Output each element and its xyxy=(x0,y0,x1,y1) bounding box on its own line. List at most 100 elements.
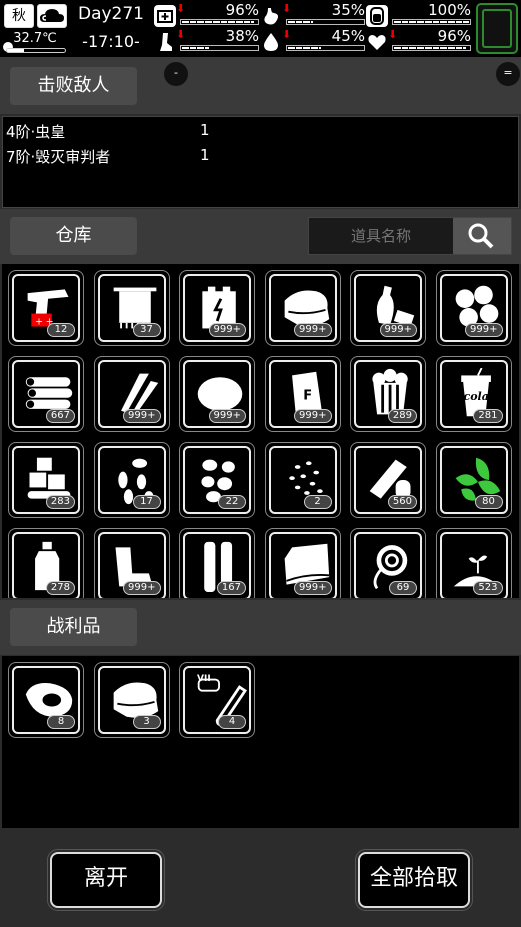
slot-frame: 999+ xyxy=(439,274,508,342)
heart-icon xyxy=(366,31,388,53)
slot-frame: 37 xyxy=(97,274,166,342)
stat-hunger[interactable]: ⬇ 35% xyxy=(260,1,365,27)
inventory-slot[interactable]: 560 xyxy=(350,442,426,518)
loot-grid: 8 3 VII 4 xyxy=(2,656,519,828)
menu-button[interactable]: = xyxy=(496,62,520,86)
inventory-slot[interactable]: 999+ xyxy=(93,356,170,432)
down-arrow-icon: ⬇ xyxy=(282,2,292,15)
item-count: 999+ xyxy=(208,409,246,423)
inventory-slot[interactable]: 999+ xyxy=(179,270,255,346)
defeated-header: 击败敌人 - = xyxy=(0,57,521,114)
inventory-slot[interactable]: 283 xyxy=(8,442,84,518)
inventory-slot[interactable]: cola 281 xyxy=(435,356,512,432)
stat-bar xyxy=(392,19,471,25)
inventory-slot[interactable]: 999+ xyxy=(350,270,426,346)
slot-frame: + +12 xyxy=(12,274,80,342)
inventory-slot[interactable]: VII 4 xyxy=(179,662,255,738)
stat-value: 45% xyxy=(331,27,365,45)
stat-stamina[interactable]: 100% xyxy=(366,1,471,27)
item-count: 999+ xyxy=(294,581,332,595)
stat-value: 96% xyxy=(437,27,471,45)
slot-frame: 999+ xyxy=(354,274,422,342)
list-item: 4阶·虫皇 1 xyxy=(6,121,210,142)
inventory-slot[interactable]: 17 xyxy=(93,442,170,518)
loot-title: 战利品 xyxy=(10,608,137,646)
slot-frame: 2 xyxy=(268,446,337,514)
item-count: 560 xyxy=(387,495,417,509)
enemy-name: 7阶·毁灭审判者 xyxy=(6,148,111,166)
pick-all-button[interactable]: 全部拾取 xyxy=(355,849,473,911)
icon-label: cola xyxy=(463,390,489,403)
inventory-slot[interactable]: F 999+ xyxy=(264,356,341,432)
search-icon xyxy=(468,223,494,249)
item-count: 3 xyxy=(132,715,161,729)
slot-frame: 999+ xyxy=(268,274,337,342)
status-bar: 秋 32.7℃ Day271 -17:10- ⬇ 96% ⬇ 35% 100% … xyxy=(0,0,521,57)
item-count: 999+ xyxy=(123,409,161,423)
stat-health[interactable]: ⬇ 96% xyxy=(154,1,259,27)
stat-leg[interactable]: ⬇ 38% xyxy=(154,27,259,53)
loot-header: 战利品 xyxy=(0,600,521,655)
enemy-name: 4阶·虫皇 xyxy=(6,123,66,141)
stat-bar xyxy=(286,45,365,51)
inventory-slot[interactable]: 999+ xyxy=(264,270,341,346)
slot-frame: 523 xyxy=(439,532,508,598)
clock: -17:10- xyxy=(82,32,140,51)
inventory-slot[interactable]: 3 xyxy=(93,662,170,738)
slot-frame: 999+ xyxy=(97,532,166,598)
item-count: 999+ xyxy=(123,581,161,595)
minimize-button[interactable]: - xyxy=(164,62,188,86)
defeated-list: 4阶·虫皇 1 7阶·毁灭审判者 1 xyxy=(2,116,519,208)
item-count: 999+ xyxy=(379,323,417,337)
item-count: 523 xyxy=(473,581,503,595)
inventory-slot[interactable]: 2 xyxy=(264,442,341,518)
slot-frame: 999+ xyxy=(268,532,337,598)
leave-button[interactable]: 离开 xyxy=(47,849,165,911)
stat-value: 100% xyxy=(428,1,471,19)
stat-thirst[interactable]: ⬇ 45% xyxy=(260,27,365,53)
item-count: 278 xyxy=(45,581,75,595)
inventory-slot[interactable]: 289 xyxy=(350,356,426,432)
defeated-title: 击败敌人 xyxy=(10,67,137,105)
inventory-slot[interactable]: 278 xyxy=(8,528,84,598)
slot-frame: 80 xyxy=(439,446,508,514)
item-search xyxy=(308,217,512,255)
season-badge: 秋 xyxy=(4,4,34,28)
down-arrow-icon: ⬇ xyxy=(176,28,186,41)
inventory-slot[interactable]: 69 xyxy=(350,528,426,598)
inventory-slot[interactable]: 523 xyxy=(435,528,512,598)
item-count: 37 xyxy=(132,323,161,337)
slot-frame: cola 281 xyxy=(439,360,508,428)
item-count: 999+ xyxy=(294,409,332,423)
search-input[interactable] xyxy=(309,218,453,254)
search-button[interactable] xyxy=(453,218,511,254)
inventory-slot[interactable]: 22 xyxy=(179,442,255,518)
day-counter: Day271 xyxy=(77,4,145,24)
equipment-slot[interactable] xyxy=(476,3,518,54)
inventory-slot[interactable]: 999+ xyxy=(435,270,512,346)
inventory-slot[interactable]: 667 xyxy=(8,356,84,432)
item-count: 2 xyxy=(303,495,332,509)
stat-bar xyxy=(180,19,259,25)
inventory-slot[interactable]: 8 xyxy=(8,662,84,738)
slot-frame: 283 xyxy=(12,446,80,514)
warehouse-title: 仓库 xyxy=(10,217,137,255)
item-count: 283 xyxy=(45,495,75,509)
stat-mood[interactable]: ⬇ 96% xyxy=(366,27,471,53)
inventory-slot[interactable]: 999+ xyxy=(93,528,170,598)
stomach-icon xyxy=(260,5,282,27)
slot-frame: 999+ xyxy=(97,360,166,428)
inventory-slot[interactable]: 80 xyxy=(435,442,512,518)
inventory-slot[interactable]: 999+ xyxy=(264,528,341,598)
inventory-slot[interactable]: 37 xyxy=(93,270,170,346)
item-count: 80 xyxy=(474,495,503,509)
slot-frame: 999+ xyxy=(183,274,251,342)
inventory-slot[interactable]: 999+ xyxy=(179,356,255,432)
stat-bar xyxy=(392,45,471,51)
inventory-slot[interactable]: 167 xyxy=(179,528,255,598)
stat-value: 96% xyxy=(225,1,259,19)
down-arrow-icon: ⬇ xyxy=(176,2,186,15)
inventory-slot[interactable]: + +12 xyxy=(8,270,84,346)
slot-frame: 22 xyxy=(183,446,251,514)
list-item: 7阶·毁灭审判者 1 xyxy=(6,146,210,167)
